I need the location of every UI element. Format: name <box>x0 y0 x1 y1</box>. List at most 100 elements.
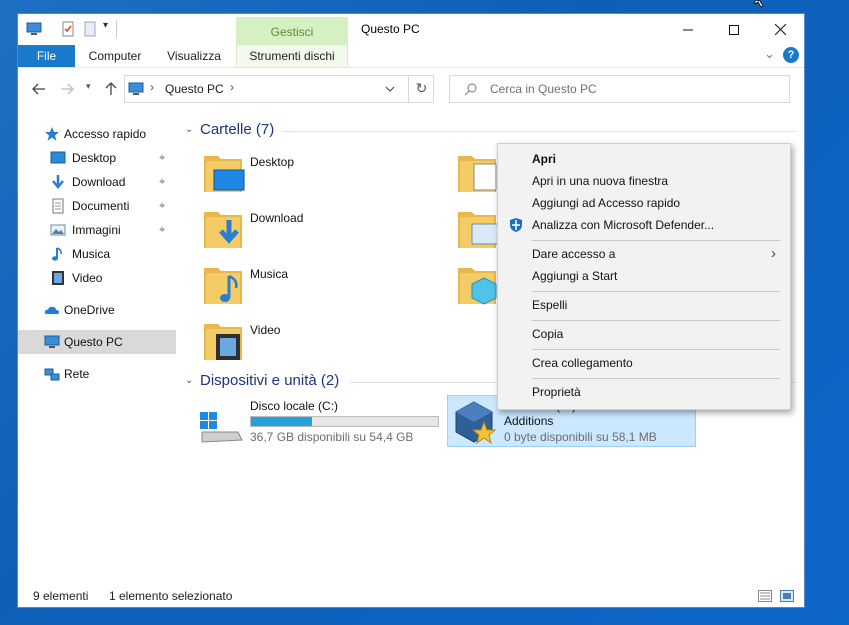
menu-item-apri[interactable]: Apri <box>498 148 790 170</box>
new-folder-icon[interactable] <box>82 21 98 37</box>
collapse-icon[interactable]: ⌄ <box>185 375 193 386</box>
menu-item-label: Apri in una nuova finestra <box>532 174 669 188</box>
group-header-cartelle[interactable]: Cartelle (7) <box>200 121 274 138</box>
tab-visualizza[interactable]: Visualizza <box>161 45 227 67</box>
menu-item-copia[interactable]: Copia <box>498 323 790 345</box>
nav-item-label: Musica <box>72 247 111 261</box>
window-title: Questo PC <box>361 22 420 36</box>
image-icon <box>50 224 66 236</box>
drive-c-label[interactable]: Disco locale (C:) <box>250 399 338 413</box>
close-button[interactable] <box>757 14 803 45</box>
drive-c-usage-bar <box>250 416 439 427</box>
refresh-icon: ↻ <box>415 80 428 96</box>
hard-drive-icon[interactable] <box>198 406 244 446</box>
menu-separator <box>532 349 780 350</box>
star-icon <box>45 127 59 141</box>
nav-item-immagini[interactable]: Immagini ⌖ <box>18 218 176 242</box>
drive-d-label-line2: Additions <box>504 414 554 428</box>
menu-item-label: Copia <box>532 327 564 341</box>
nav-item-questo-pc[interactable]: Questo PC <box>18 330 176 354</box>
nav-item-video[interactable]: Video <box>18 266 176 290</box>
document-icon <box>52 198 64 214</box>
folder-label[interactable]: Musica <box>250 267 288 281</box>
search-box[interactable]: Cerca in Questo PC <box>449 75 790 103</box>
tab-computer[interactable]: Computer <box>82 45 148 67</box>
pin-icon[interactable]: ⌖ <box>159 170 165 194</box>
status-selection: 1 elemento selezionato <box>109 589 233 603</box>
address-bar[interactable]: › Questo PC › <box>124 75 434 103</box>
music-icon <box>52 247 62 261</box>
nav-item-musica[interactable]: Musica <box>18 242 176 266</box>
context-menu: Apri Apri in una nuova finestra Aggiungi… <box>497 143 791 410</box>
properties-icon[interactable] <box>60 21 76 37</box>
folder-video-icon[interactable] <box>202 318 248 362</box>
group-header-dispositivi[interactable]: Dispositivi e unità (2) <box>200 372 339 389</box>
help-button[interactable]: ? <box>783 47 799 63</box>
search-input[interactable]: Cerca in Questo PC <box>490 82 597 96</box>
title-separator <box>116 20 117 38</box>
menu-item-aggiungi-start[interactable]: Aggiungi a Start <box>498 265 790 287</box>
folder-images-icon[interactable] <box>456 206 502 250</box>
menu-item-dare-accesso[interactable]: Dare accesso a › <box>498 243 790 265</box>
up-icon[interactable] <box>102 80 120 98</box>
close-icon <box>774 24 786 35</box>
navigation-pane: Accesso rapido Desktop ⌖ Download ⌖ Docu… <box>18 122 176 386</box>
menu-item-label: Crea collegamento <box>532 356 633 370</box>
ribbon-expand-icon[interactable]: ⌄ <box>764 46 775 62</box>
nav-item-desktop[interactable]: Desktop ⌖ <box>18 146 176 170</box>
chevron-down-icon[interactable] <box>385 86 395 93</box>
navigation-row: ▾ › Questo PC › ↻ Cerca in Questo PC <box>18 74 804 104</box>
nav-item-accesso-rapido[interactable]: Accesso rapido <box>18 122 176 146</box>
recent-locations-icon[interactable]: ▾ <box>86 81 91 92</box>
large-icons-view-icon[interactable] <box>780 590 794 602</box>
mouse-cursor-icon <box>754 0 764 8</box>
tab-strumenti-dischi[interactable]: Strumenti dischi <box>236 45 348 67</box>
maximize-icon <box>729 24 739 35</box>
nav-item-onedrive[interactable]: OneDrive <box>18 298 176 322</box>
collapse-icon[interactable]: ⌄ <box>185 124 193 135</box>
group-divider <box>282 131 796 132</box>
folder-3d-objects-icon[interactable] <box>456 262 502 306</box>
pin-icon[interactable]: ⌖ <box>159 218 165 242</box>
qat-dropdown-icon[interactable]: ▾ <box>103 20 108 31</box>
menu-item-crea-collegamento[interactable]: Crea collegamento <box>498 352 790 374</box>
maximize-button[interactable] <box>711 14 757 45</box>
nav-item-label: Immagini <box>72 223 121 237</box>
menu-item-espelli[interactable]: Espelli <box>498 294 790 316</box>
folder-label[interactable]: Download <box>250 211 303 225</box>
tab-file[interactable]: File <box>18 45 75 67</box>
breadcrumb-separator[interactable]: › <box>230 80 234 94</box>
nav-item-download[interactable]: Download ⌖ <box>18 170 176 194</box>
folder-music-icon[interactable] <box>202 262 248 306</box>
computer-icon[interactable] <box>26 21 42 37</box>
menu-separator <box>532 291 780 292</box>
breadcrumb-questo-pc[interactable]: Questo PC <box>165 82 224 96</box>
folder-label[interactable]: Video <box>250 323 280 337</box>
back-icon[interactable] <box>30 80 48 98</box>
context-tab-header: Gestisci <box>236 17 348 45</box>
menu-item-aggiungi-accesso-rapido[interactable]: Aggiungi ad Accesso rapido <box>498 192 790 214</box>
details-view-icon[interactable] <box>758 590 772 602</box>
minimize-icon <box>683 29 693 30</box>
defender-shield-icon <box>510 218 522 232</box>
nav-item-documenti[interactable]: Documenti ⌖ <box>18 194 176 218</box>
minimize-button[interactable] <box>665 14 711 45</box>
network-icon <box>44 368 60 381</box>
forward-icon[interactable] <box>58 80 76 98</box>
pin-icon[interactable]: ⌖ <box>159 146 165 170</box>
folder-desktop-icon[interactable] <box>202 150 248 194</box>
breadcrumb-separator[interactable]: › <box>150 80 154 94</box>
title-bar: ▾ Gestisci Questo PC <box>18 14 804 45</box>
folder-label[interactable]: Desktop <box>250 155 294 169</box>
refresh-button[interactable]: ↻ <box>408 75 434 103</box>
pin-icon[interactable]: ⌖ <box>159 194 165 218</box>
submenu-arrow-icon: › <box>771 245 776 262</box>
folder-documents-icon[interactable] <box>456 150 502 194</box>
folder-download-icon[interactable] <box>202 206 248 250</box>
nav-item-label: Documenti <box>72 199 130 213</box>
nav-item-rete[interactable]: Rete <box>18 362 176 386</box>
help-icon: ? <box>787 49 795 61</box>
menu-item-analizza-defender[interactable]: Analizza con Microsoft Defender... <box>498 214 790 236</box>
menu-item-proprieta[interactable]: Proprietà <box>498 381 790 403</box>
menu-item-apri-nuova-finestra[interactable]: Apri in una nuova finestra <box>498 170 790 192</box>
